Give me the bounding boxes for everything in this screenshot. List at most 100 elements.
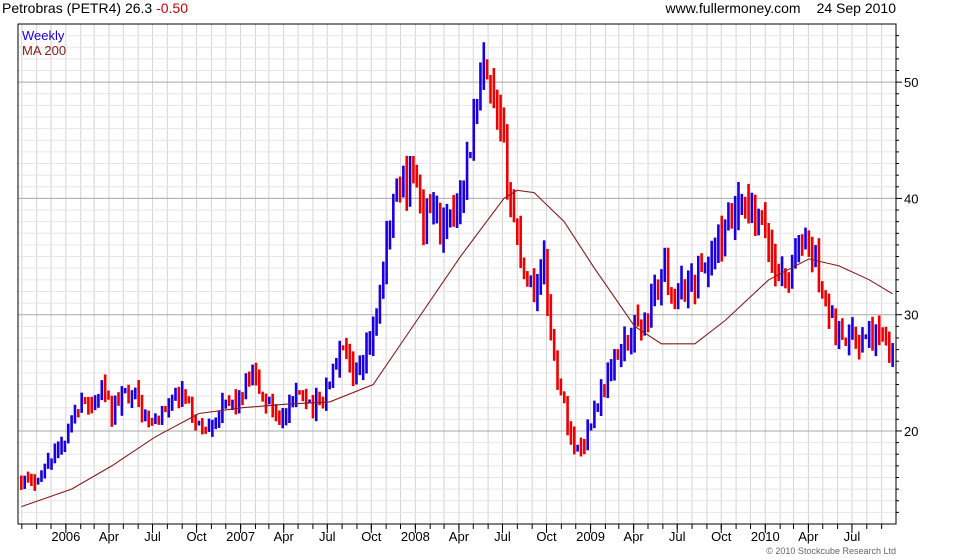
bar-down (422, 189, 425, 246)
bar-down (264, 393, 268, 414)
bar-up (388, 220, 392, 250)
bar-down (747, 183, 750, 224)
bar-down (30, 473, 33, 486)
bar-up (861, 327, 864, 353)
bar-down (827, 293, 831, 329)
bar-down (278, 410, 281, 425)
bar-up (663, 247, 667, 282)
bar-down (110, 395, 114, 427)
bar-down (301, 390, 305, 402)
bar-up (629, 327, 633, 355)
bar-down (603, 384, 606, 398)
bar-down (693, 274, 697, 305)
y-tick-label: 30 (904, 308, 918, 323)
bar-up (113, 395, 117, 425)
bar-down (760, 210, 764, 225)
y-axis: 20 30 40 50 (896, 35, 918, 513)
bar-down (646, 313, 650, 333)
bar-up (804, 227, 807, 250)
bar-down (254, 362, 258, 386)
bar-up (237, 390, 241, 414)
bar-up (385, 220, 388, 285)
bar-down (505, 124, 509, 200)
bar-up (291, 396, 295, 408)
bar-up (717, 224, 720, 263)
bar-up (680, 265, 683, 300)
bar-up (686, 270, 690, 309)
x-month-label: Jul (844, 529, 861, 544)
bar-down (190, 396, 194, 423)
bar-down (626, 334, 630, 351)
bar-up (539, 259, 543, 295)
x-year-label: 2006 (51, 529, 80, 544)
bar-down (532, 268, 536, 303)
bar-up (402, 165, 405, 198)
bar-down (127, 384, 130, 404)
bar-up (448, 209, 452, 228)
bar-up (325, 377, 328, 411)
bar-up (589, 423, 593, 431)
bar-up (690, 263, 693, 292)
bar-down (140, 394, 144, 423)
bar-up (211, 419, 214, 437)
bar-up (381, 261, 385, 299)
bar-down (683, 279, 687, 302)
bar-up (633, 314, 636, 353)
x-month-label: Apr (624, 529, 645, 544)
bar-up (710, 240, 713, 276)
bar-up (93, 395, 97, 411)
bar-up (703, 262, 707, 274)
bar-down (495, 89, 499, 130)
copyright: © 2010 Stockcube Research Ltd (766, 546, 896, 556)
bar-up (378, 284, 382, 324)
bar-up (338, 340, 342, 378)
bar-down (774, 243, 777, 287)
legend: WeeklyMA 200 (22, 28, 66, 58)
bar-up (365, 332, 368, 374)
bar-down (566, 396, 569, 436)
bar-up (355, 362, 358, 385)
bar-down (398, 176, 402, 203)
y-tick-label: 50 (904, 75, 918, 90)
bar-down (857, 334, 861, 360)
bar-up (40, 470, 43, 482)
bar-down (194, 414, 197, 431)
price-chart: 2006 Apr Jul Oct 2007 Apr Jul Oct 2008 Apr Jul Oct 2… (17, 23, 918, 544)
grid (18, 24, 896, 524)
bar-up (831, 305, 834, 319)
bar-down (656, 279, 660, 300)
bar-down (502, 107, 506, 143)
bar-up (50, 458, 53, 470)
bar-up (780, 256, 784, 287)
bar-down (184, 389, 187, 404)
bar-up (100, 380, 104, 401)
bar-down (201, 418, 204, 435)
legend-item: Weekly (22, 28, 65, 43)
bar-up (469, 152, 472, 159)
bar-down (516, 218, 519, 246)
x-month-label: Apr (798, 529, 819, 544)
bar-down (304, 388, 308, 410)
bar-down (77, 409, 80, 418)
bar-up (536, 273, 539, 312)
bar-down (187, 396, 191, 404)
bar-down (318, 391, 321, 406)
bar-up (465, 141, 469, 200)
bar-down (572, 426, 576, 455)
bar-up (214, 417, 218, 430)
bar-down (546, 248, 549, 316)
bar-up (750, 192, 754, 224)
bar-up (676, 283, 680, 310)
bar-up (707, 256, 710, 288)
bar-up (696, 255, 700, 299)
bar-up (435, 195, 439, 224)
bar-up (790, 254, 794, 289)
x-axis: 2006 Apr Jul Oct 2007 Apr Jul Oct 2008 Apr Jul Oct 2… (21, 524, 883, 544)
bar-down (164, 405, 167, 413)
bar-down (20, 475, 23, 490)
bar-down (562, 391, 566, 404)
bar-down (405, 155, 409, 211)
bar-down (428, 194, 432, 214)
bar-up (623, 326, 626, 362)
bar-down (720, 215, 724, 262)
